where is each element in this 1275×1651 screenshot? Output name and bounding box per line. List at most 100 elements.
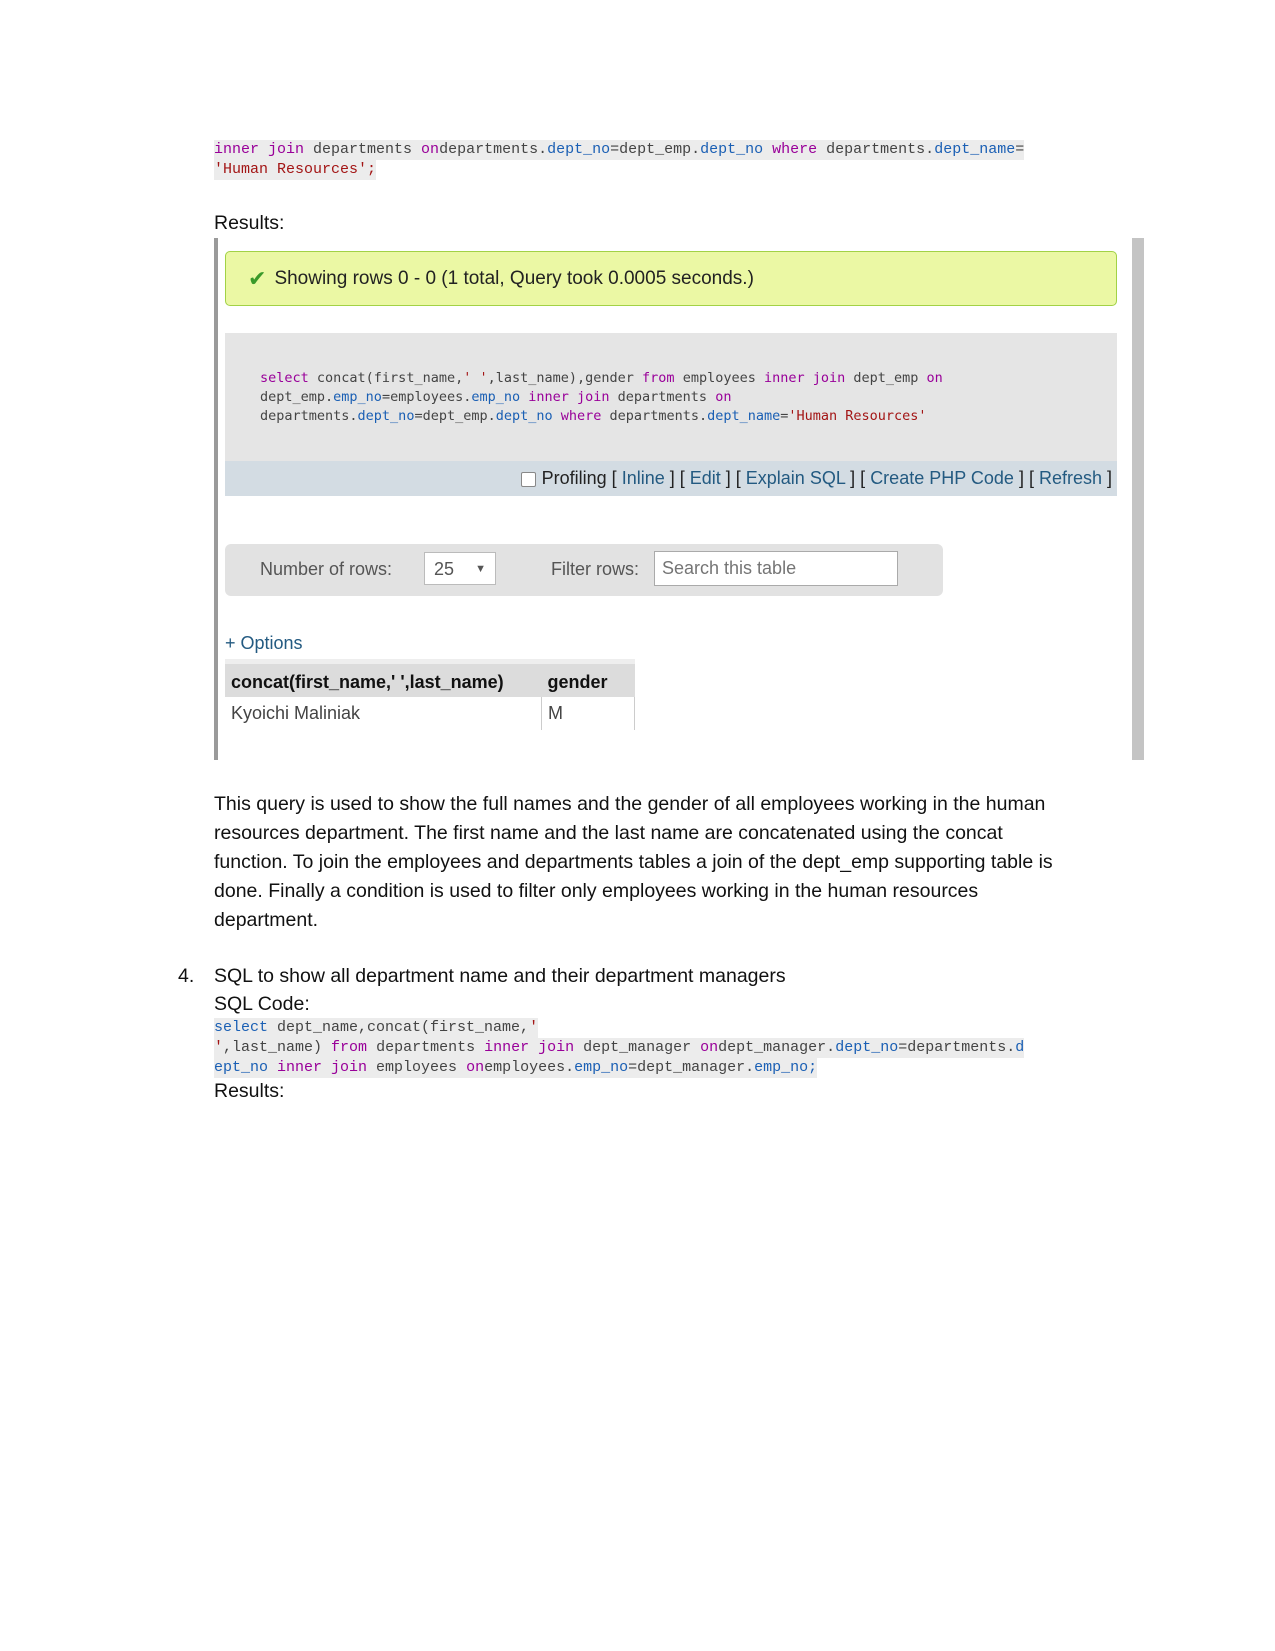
code-token: on bbox=[421, 141, 440, 158]
code-token: ept_no bbox=[214, 1059, 269, 1076]
code-token: employees bbox=[367, 1059, 467, 1076]
rows-per-page-select[interactable]: 25 ▼ bbox=[424, 552, 496, 585]
code-token: dept_no bbox=[835, 1039, 899, 1056]
code-token: emp_no bbox=[574, 1059, 629, 1076]
code-token: departments bbox=[367, 1039, 485, 1056]
code-token: dept_name bbox=[934, 141, 1016, 158]
code-line: inner join departments ondepartments.dep… bbox=[214, 140, 1025, 160]
code-token: emp_no bbox=[333, 389, 382, 405]
sql-query-box: select concat(first_name,' ',last_name),… bbox=[225, 333, 1117, 496]
item-title: SQL to show all department name and thei… bbox=[214, 965, 786, 987]
code-token: 'Human Resources' bbox=[788, 408, 927, 424]
code-token: dept_emp bbox=[845, 370, 927, 386]
code-token: inner join bbox=[520, 389, 610, 405]
explain-sql-link[interactable]: Explain SQL bbox=[746, 468, 845, 488]
code-token: inner join bbox=[214, 141, 305, 158]
code-token: emp_no; bbox=[754, 1059, 818, 1076]
code-token: dept_no bbox=[357, 408, 415, 424]
checkmark-icon: ✔ bbox=[248, 265, 267, 291]
scrollbar bbox=[1132, 238, 1144, 760]
code-token: =dept_emp. bbox=[414, 408, 496, 424]
sql-code-label: SQL Code: bbox=[214, 993, 310, 1015]
success-text: Showing rows 0 - 0 (1 total, Query took … bbox=[274, 267, 754, 289]
code-line: select dept_name,concat(first_name,' bbox=[214, 1018, 539, 1038]
code-token: =dept_manager. bbox=[628, 1059, 755, 1076]
code-token: emp_no bbox=[471, 389, 521, 405]
code-token: on bbox=[700, 1039, 719, 1056]
code-token: dept_no bbox=[547, 141, 611, 158]
sql-code-block-1: inner join departments ondepartments.dep… bbox=[214, 140, 1025, 180]
code-token: dept_manager bbox=[574, 1039, 701, 1056]
code-token: ' bbox=[214, 1039, 224, 1056]
success-message: ✔ Showing rows 0 - 0 (1 total, Query too… bbox=[225, 251, 1117, 306]
sql-code-block-2: select dept_name,concat(first_name,' ',la… bbox=[214, 1018, 1025, 1078]
code-token: ,last_name),gender bbox=[487, 370, 643, 386]
create-php-code-link[interactable]: Create PHP Code bbox=[870, 468, 1014, 488]
document-page: inner join departments ondepartments.dep… bbox=[0, 0, 1275, 1651]
code-line: select concat(first_name,' ',last_name),… bbox=[260, 370, 943, 386]
query-toolbar: Profiling [ Inline ] [ Edit ] [ Explain … bbox=[225, 461, 1117, 496]
results-label: Results: bbox=[214, 212, 285, 234]
refresh-link[interactable]: Refresh bbox=[1039, 468, 1102, 488]
code-line: 'Human Resources'; bbox=[214, 160, 377, 180]
code-token: select bbox=[214, 1019, 269, 1036]
code-token: ' ' bbox=[463, 370, 488, 386]
code-token: departments bbox=[609, 389, 716, 405]
code-token: dept_no bbox=[495, 408, 553, 424]
code-token: departments. bbox=[817, 141, 935, 158]
code-token: employees bbox=[674, 370, 764, 386]
code-token: dept_name bbox=[707, 408, 781, 424]
table-navigation-bar: Number of rows: 25 ▼ Filter rows: bbox=[225, 544, 943, 596]
code-token: from bbox=[642, 370, 675, 386]
code-token: =dept_emp. bbox=[610, 141, 701, 158]
code-token: concat(first_name, bbox=[308, 370, 464, 386]
code-token: departments bbox=[304, 141, 422, 158]
results-label-2: Results: bbox=[214, 1080, 285, 1102]
code-token: dept_no bbox=[700, 141, 764, 158]
column-header[interactable]: gender bbox=[541, 659, 635, 697]
code-token: departments. bbox=[260, 408, 358, 424]
table-cell: M bbox=[541, 697, 635, 730]
code-token: 'Human Resources'; bbox=[214, 161, 377, 178]
code-token: inner join bbox=[268, 1059, 368, 1076]
table-header-row: concat(first_name,' ',last_name) gender bbox=[225, 659, 635, 697]
table-row: Kyoichi Maliniak M bbox=[225, 697, 635, 730]
rows-label: Number of rows: bbox=[260, 559, 393, 579]
code-token: =employees. bbox=[381, 389, 472, 405]
code-token: inner join bbox=[484, 1039, 575, 1056]
code-line: dept_emp.emp_no=employees.emp_no inner j… bbox=[260, 389, 731, 405]
code-token: departments. bbox=[601, 408, 708, 424]
phpmyadmin-screenshot: ✔ Showing rows 0 - 0 (1 total, Query too… bbox=[214, 238, 1144, 760]
code-token: dept_emp. bbox=[260, 389, 334, 405]
code-token: departments. bbox=[439, 141, 548, 158]
code-token: dept_manager. bbox=[718, 1039, 836, 1056]
code-token: on bbox=[926, 370, 943, 386]
explanation-paragraph: This query is used to show the full name… bbox=[214, 793, 1053, 931]
code-token: dept_name,concat(first_name, bbox=[268, 1019, 530, 1036]
code-token: on bbox=[715, 389, 732, 405]
filter-rows-input[interactable] bbox=[654, 551, 898, 586]
column-header[interactable]: concat(first_name,' ',last_name) bbox=[225, 659, 542, 697]
profiling-checkbox[interactable] bbox=[520, 471, 536, 487]
code-token: select bbox=[260, 370, 309, 386]
code-token: =departments. bbox=[898, 1039, 1016, 1056]
inline-link[interactable]: Inline bbox=[622, 468, 665, 488]
filter-label: Filter rows: bbox=[551, 559, 640, 579]
code-token: where bbox=[763, 141, 818, 158]
code-line: departments.dept_no=dept_emp.dept_no whe… bbox=[260, 408, 927, 424]
code-line: ',last_name) from departments inner join… bbox=[214, 1038, 1025, 1058]
code-token: inner join bbox=[763, 370, 846, 386]
code-token: on bbox=[466, 1059, 485, 1076]
code-line: ept_no inner join employees onemployees.… bbox=[214, 1058, 818, 1078]
dropdown-arrow-icon: ▼ bbox=[475, 563, 486, 575]
edit-link[interactable]: Edit bbox=[690, 468, 721, 488]
code-token: from bbox=[331, 1039, 368, 1056]
code-token: = bbox=[1015, 141, 1025, 158]
results-table: concat(first_name,' ',last_name) gender … bbox=[225, 659, 635, 730]
code-token: ' bbox=[529, 1019, 539, 1036]
code-token: d bbox=[1015, 1039, 1025, 1056]
profiling-label: Profiling bbox=[541, 468, 607, 488]
code-token: employees. bbox=[484, 1059, 575, 1076]
table-cell: Kyoichi Maliniak bbox=[225, 697, 542, 730]
options-link[interactable]: + Options bbox=[225, 633, 303, 654]
